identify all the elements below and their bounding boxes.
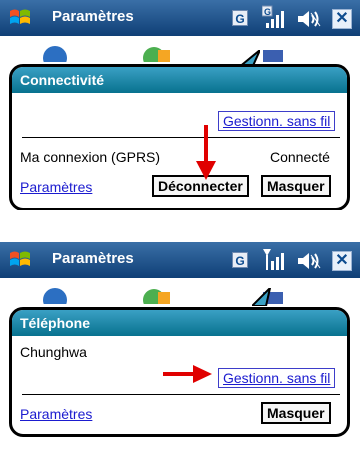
volume-icon[interactable] <box>296 9 322 29</box>
g-status-badge[interactable]: G <box>232 10 248 26</box>
bubble-pointer <box>252 288 272 306</box>
separator <box>22 394 340 395</box>
connection-name: Ma connexion (GPRS) <box>20 149 161 165</box>
red-arrow-icon <box>163 365 212 383</box>
title-text: Paramètres <box>52 250 134 267</box>
background-app-icon <box>143 47 170 62</box>
title-bar: Paramètres G G ✕ <box>0 0 360 36</box>
background-app-icon <box>143 289 170 304</box>
settings-link[interactable]: Paramètres <box>20 179 92 195</box>
separator <box>22 137 340 138</box>
wireless-manager-link[interactable]: Gestionn. sans fil <box>218 111 336 131</box>
hide-button[interactable]: Masquer <box>261 402 331 424</box>
title-text: Paramètres <box>52 8 134 25</box>
close-icon: ✕ <box>335 252 349 269</box>
close-button[interactable]: ✕ <box>332 251 352 271</box>
background-app-icon <box>43 288 67 304</box>
close-button[interactable]: ✕ <box>332 9 352 29</box>
dialog-title: Téléphone <box>12 310 347 336</box>
title-bar: Paramètres G ✕ <box>0 242 360 278</box>
background-app-icon <box>43 46 67 62</box>
volume-icon[interactable] <box>296 251 322 271</box>
dialog-title: Connectivité <box>12 67 347 93</box>
close-icon: ✕ <box>335 10 349 27</box>
screen-connectivity: Paramètres G G ✕ Connectivité Gestionn. … <box>0 0 360 210</box>
hide-button[interactable]: Masquer <box>261 175 331 197</box>
signal-icon[interactable] <box>262 246 286 272</box>
windows-start-icon[interactable] <box>7 6 33 30</box>
windows-start-icon[interactable] <box>7 248 33 272</box>
operator-name: Chunghwa <box>20 344 87 360</box>
settings-link[interactable]: Paramètres <box>20 406 92 422</box>
connection-status: Connecté <box>270 149 330 165</box>
wireless-manager-link[interactable]: Gestionn. sans fil <box>218 368 336 388</box>
connectivity-dialog: Connectivité Gestionn. sans fil Ma conne… <box>9 64 350 210</box>
background-app-icon <box>263 50 283 62</box>
red-arrow-icon <box>196 125 216 180</box>
g-status-badge[interactable]: G <box>232 252 248 268</box>
svg-text:G: G <box>264 7 271 17</box>
signal-icon[interactable]: G <box>262 4 286 30</box>
